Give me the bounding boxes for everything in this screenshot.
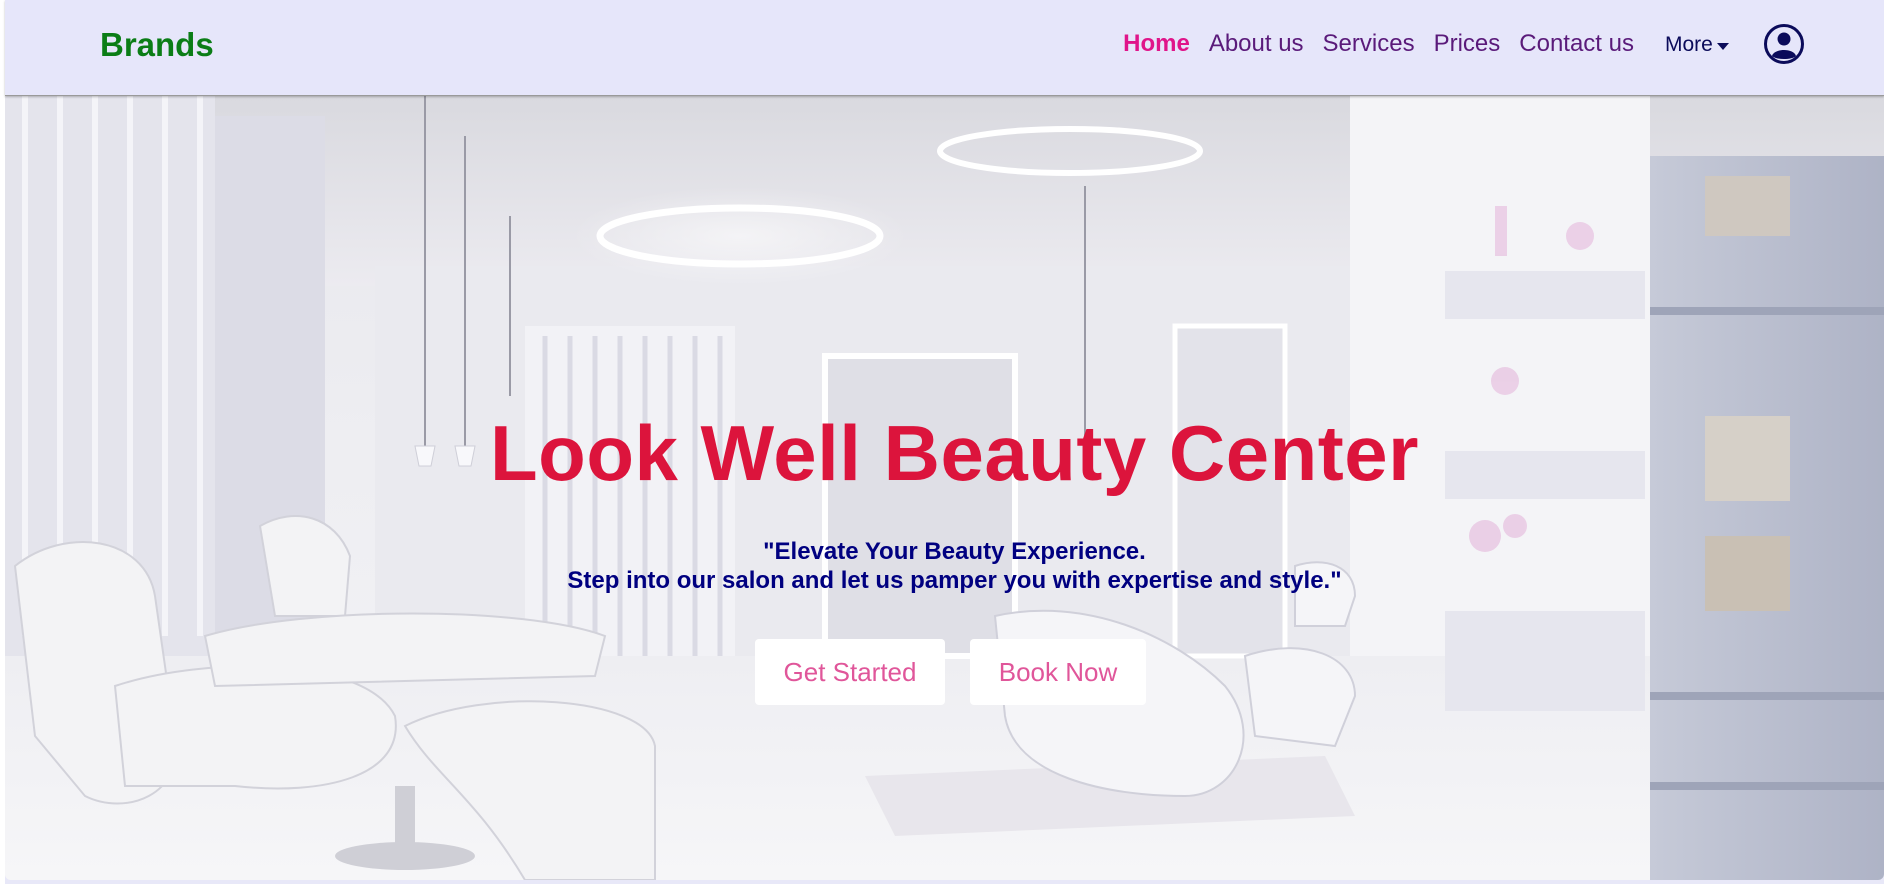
nav-link-home[interactable]: Home bbox=[1123, 30, 1190, 58]
hero-tagline: "Elevate Your Beauty Experience. Step in… bbox=[5, 537, 1884, 595]
get-started-button[interactable]: Get Started bbox=[755, 639, 945, 705]
user-circle-icon[interactable] bbox=[1763, 23, 1805, 65]
book-now-button[interactable]: Book Now bbox=[970, 639, 1146, 705]
nav-link-about-us[interactable]: About us bbox=[1209, 30, 1304, 58]
hero-tagline-line-1: "Elevate Your Beauty Experience. bbox=[763, 538, 1146, 565]
page: Brands Home About us Services Prices Con… bbox=[5, 0, 1884, 884]
hero-title: Look Well Beauty Center bbox=[490, 409, 1419, 497]
caret-down-icon bbox=[1716, 42, 1729, 50]
brand-logo[interactable]: Brands bbox=[100, 26, 214, 64]
nav-link-prices[interactable]: Prices bbox=[1434, 30, 1501, 58]
hero-section: Look Well Beauty Center "Elevate Your Be… bbox=[5, 96, 1884, 880]
more-label: More bbox=[1665, 33, 1713, 56]
navbar: Brands Home About us Services Prices Con… bbox=[5, 0, 1884, 96]
nav-link-contact-us[interactable]: Contact us bbox=[1519, 30, 1634, 58]
more-dropdown[interactable]: More bbox=[1665, 33, 1729, 57]
nav-links: Home About us Services Prices Contact us bbox=[1123, 30, 1634, 58]
hero-tagline-line-2: Step into our salon and let us pamper yo… bbox=[567, 567, 1342, 594]
nav-link-services[interactable]: Services bbox=[1323, 30, 1415, 58]
